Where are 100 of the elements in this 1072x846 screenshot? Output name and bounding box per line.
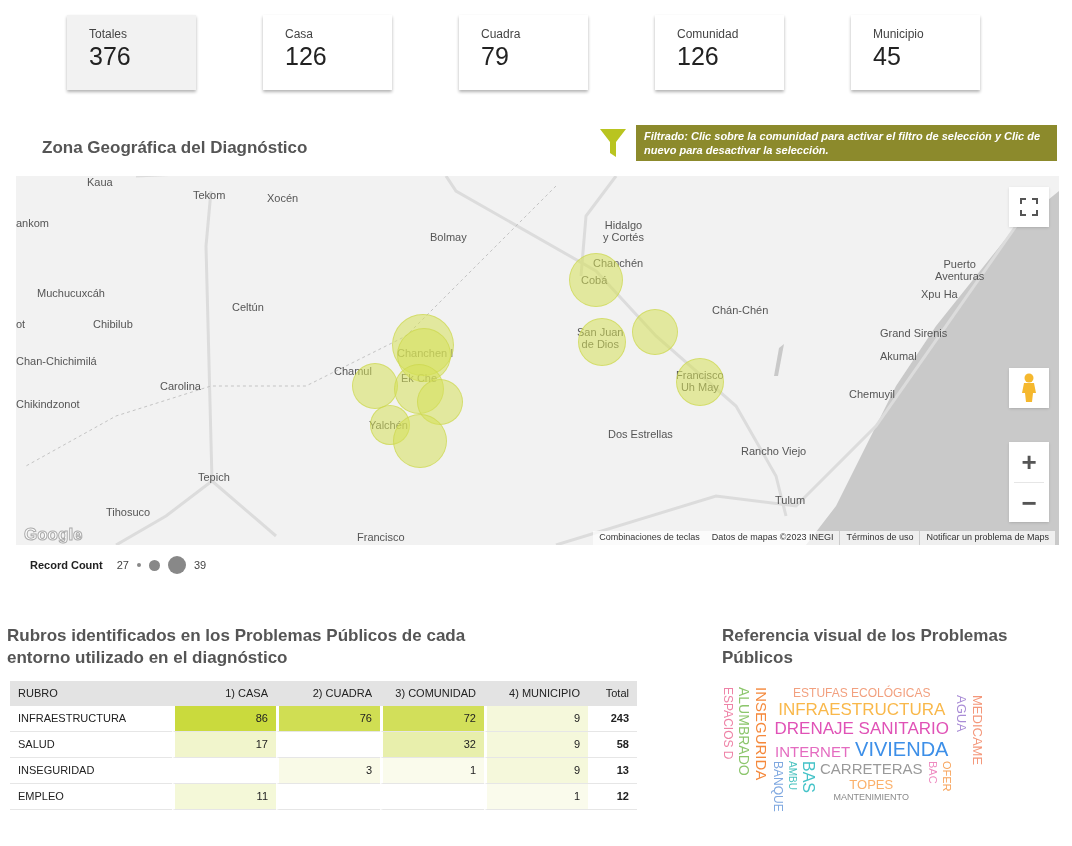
table-cell: 9	[484, 706, 588, 732]
table-cell: 12	[588, 784, 637, 810]
kpi-value: 126	[677, 43, 720, 69]
place-label: Hidalgo y Cortés	[603, 219, 644, 243]
place-label: ankom	[16, 217, 50, 229]
place-label: Chibilub	[93, 318, 133, 330]
cloud-word: DRENAJE SANITARIO	[774, 720, 949, 737]
data-bubble[interactable]	[676, 358, 724, 406]
data-bubble[interactable]	[632, 309, 678, 355]
place-label: Chán-Chén	[712, 304, 769, 316]
place-label: Chikindzonot	[16, 398, 80, 410]
place-label: Tekom	[193, 189, 226, 201]
cloud-word: INTERNET	[775, 744, 851, 759]
place-label: Tulum	[775, 494, 806, 506]
column-header: 1) CASA	[172, 681, 276, 706]
cloud-word: INSEGURIDA	[754, 687, 769, 781]
filter-icon	[600, 129, 626, 157]
kpi-card[interactable]: Comunidad 126	[655, 15, 784, 90]
place-label: Muchucuxcáh	[37, 287, 105, 299]
kpi-label: Cuadra	[481, 26, 522, 43]
cloud-word: INFRAESTRUCTURA	[778, 701, 946, 718]
table-cell: 3	[276, 758, 380, 784]
place-label: Carolina	[160, 380, 201, 392]
cloud-word: OFER	[940, 761, 952, 792]
kpi-label: Comunidad	[677, 26, 740, 43]
place-label: Chemuyil	[849, 388, 895, 400]
column-header: RUBRO	[10, 681, 172, 706]
kpi-value: 376	[89, 43, 132, 69]
kpi-label: Municipio	[873, 26, 925, 43]
table-cell: 1	[380, 758, 484, 784]
legend-max: 39	[194, 557, 207, 573]
fullscreen-button[interactable]	[1009, 187, 1049, 227]
attribution-link[interactable]: Combinaciones de teclas	[593, 531, 706, 545]
cloud-word: AMBU	[787, 761, 797, 790]
section-title: Zona Geográfica del Diagnóstico	[42, 137, 308, 159]
place-label: Kaua	[87, 176, 113, 188]
cloud-word: MANTENIMIENTO	[833, 793, 909, 802]
place-label: Xocén	[267, 192, 299, 204]
place-label: Celtún	[232, 301, 264, 313]
table-cell: 11	[172, 784, 276, 810]
kpi-value: 126	[285, 43, 328, 69]
table-cell: 13	[588, 758, 637, 784]
cloud-word: ESTUFAS ECOLÓGICAS	[793, 687, 931, 699]
cloud-word: AGUA	[954, 695, 968, 732]
column-header: 4) MUNICIPIO	[484, 681, 588, 706]
cloud-word: TOPES	[849, 778, 894, 791]
section-title: Referencia visual de los Problemas Públicos	[722, 625, 1009, 669]
table-cell: 72	[380, 706, 484, 732]
kpi-value: 45	[873, 43, 902, 69]
place-label: Francisco Uh May	[676, 369, 724, 393]
kpi-card[interactable]: Municipio 45	[851, 15, 980, 90]
kpi-value: 79	[481, 43, 510, 69]
cloud-word: BAC	[926, 761, 938, 784]
place-label: ot	[16, 318, 26, 330]
legend-title: Record Count	[30, 557, 103, 573]
column-header: Total	[588, 681, 637, 706]
data-bubble[interactable]	[578, 318, 626, 366]
place-label: Bolmay	[430, 231, 467, 243]
table-cell: 86	[172, 706, 276, 732]
table-cell: 17	[172, 732, 276, 758]
table-cell: 9	[484, 758, 588, 784]
attribution-link[interactable]: Datos de mapas ©2023 INEGI	[705, 531, 840, 545]
place-label: Chan-Chichimilá	[16, 355, 97, 367]
table-cell: 1	[484, 784, 588, 810]
place-label: Puerto Aventuras	[935, 258, 985, 282]
zoom-out-button[interactable]: −	[1009, 483, 1049, 522]
place-label: Cobá	[581, 274, 608, 286]
attribution-link[interactable]: Notificar un problema de Maps	[919, 531, 1055, 545]
cloud-word: BANQUE	[772, 761, 784, 812]
place-label: Tihosuco	[106, 506, 151, 518]
cloud-word: VIVIENDA	[855, 739, 949, 759]
place-label: Francisco	[357, 531, 405, 543]
zoom-in-button[interactable]: +	[1009, 442, 1049, 482]
map-logo: Google	[24, 524, 83, 545]
place-label: Xpu Ha	[921, 288, 958, 300]
kpi-label: Casa	[285, 26, 314, 43]
place-label: Rancho Viejo	[741, 445, 807, 457]
pegman-button[interactable]	[1009, 368, 1049, 408]
table-cell: 9	[484, 732, 588, 758]
kpi-label: Totales	[89, 26, 129, 43]
table-cell: 76	[276, 706, 380, 732]
place-label: Dos Estrellas	[608, 428, 673, 440]
data-bubble[interactable]	[394, 364, 444, 414]
place-label: Akumal	[880, 350, 917, 362]
table-cell: 58	[588, 732, 637, 758]
column-header: 2) CUADRA	[276, 681, 380, 706]
section-title: Rubros identificados en los Problemas Públicos de cada entorno utilizado en el diagnóstico	[7, 625, 467, 669]
table-cell: 243	[588, 706, 637, 732]
fullscreen-icon	[1020, 198, 1038, 216]
cloud-word: CARRETERAS	[820, 761, 923, 776]
cloud-word: MEDICAME	[970, 695, 984, 766]
filter-note: Filtrado: Clic sobre la comunidad para activar el filtro de selección y Clic de nuevo para desactivar la selección.	[636, 125, 1057, 161]
cloud-word: ESPACIOS D	[722, 687, 734, 760]
kpi-card[interactable]: Cuadra 79	[459, 15, 588, 90]
attribution-link[interactable]: Términos de uso	[839, 531, 920, 545]
kpi-card[interactable]: Casa 126	[263, 15, 392, 90]
kpi-card[interactable]: Totales 376	[67, 15, 196, 90]
place-label: Grand Sirenis	[880, 327, 948, 339]
table-cell: EMPLEO	[10, 784, 172, 810]
cloud-word: BAS	[800, 761, 816, 793]
